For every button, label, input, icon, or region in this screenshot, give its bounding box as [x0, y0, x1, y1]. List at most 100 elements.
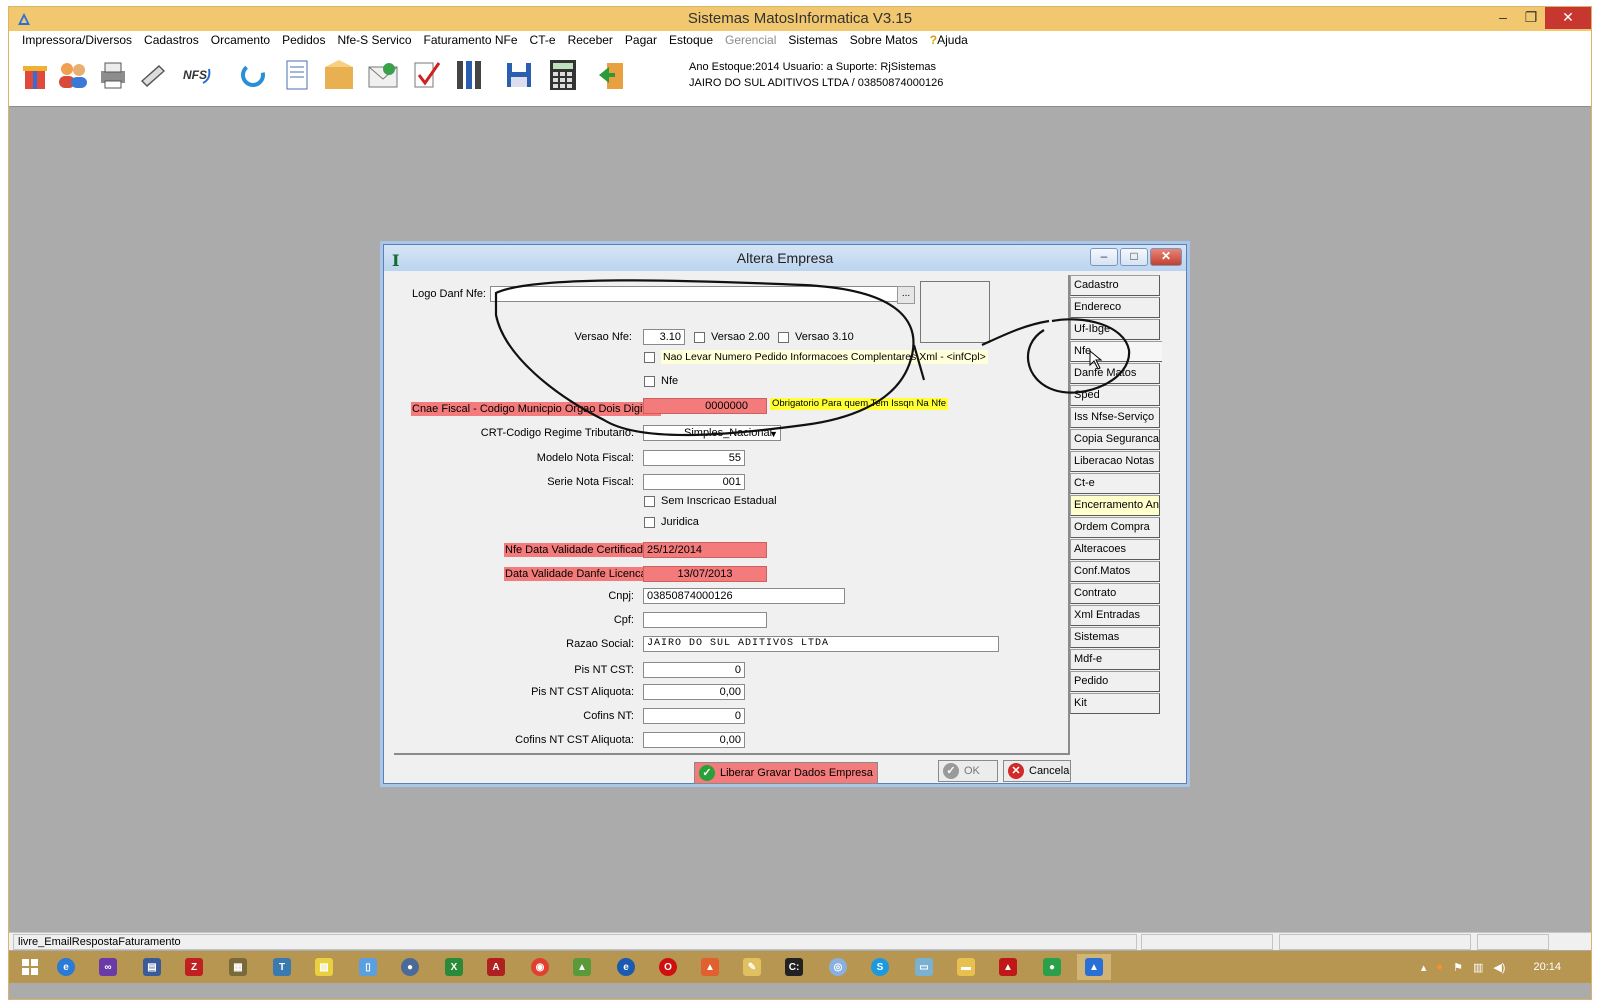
tab-contrato[interactable]: Contrato [1070, 583, 1160, 604]
tab-danfe-matos[interactable]: Danfe Matos [1070, 363, 1160, 384]
minimize-button[interactable]: – [1489, 7, 1517, 29]
versao-200-box[interactable] [694, 331, 705, 343]
tab-cadastro[interactable]: Cadastro [1070, 275, 1160, 296]
tray-avast-icon[interactable]: ● [1436, 961, 1443, 973]
dialog-close-button[interactable]: ✕ [1150, 248, 1182, 266]
dialog-maximize-button[interactable]: □ [1120, 248, 1148, 266]
cofins-input[interactable]: 0 [643, 708, 745, 724]
scanner-icon[interactable] [135, 57, 171, 93]
taskbar-filezilla[interactable]: Z [177, 954, 211, 980]
nfs-icon[interactable]: NFS [181, 57, 217, 93]
juridica-checkbox[interactable]: Juridica [644, 515, 699, 529]
taskbar-app11[interactable]: ◎ [821, 954, 855, 980]
pis-input[interactable]: 0 [643, 662, 745, 678]
taskbar-ie2[interactable]: e [609, 954, 643, 980]
nfe-box[interactable] [644, 375, 655, 387]
taskbar-ie[interactable]: e [49, 954, 83, 980]
taskbar-app4[interactable]: ▧ [307, 954, 341, 980]
tab-iss-nfse[interactable]: Iss Nfse-Serviço [1070, 407, 1160, 428]
taskbar-explorer[interactable]: ▬ [949, 954, 983, 980]
tab-liberacao-notas[interactable]: Liberacao Notas [1070, 451, 1160, 472]
printer-icon[interactable] [95, 57, 131, 93]
tab-encerramento-ano[interactable]: Encerramento Ano [1070, 495, 1160, 516]
taskbar-app1[interactable]: ▤ [135, 954, 169, 980]
taskbar-app8[interactable]: ▲ [565, 954, 599, 980]
menu-ajuda[interactable]: ?Ajuda [924, 31, 974, 49]
gift-icon[interactable] [17, 57, 53, 93]
tab-sped[interactable]: Sped [1070, 385, 1160, 406]
taskbar-opera[interactable]: O [651, 954, 685, 980]
save-icon[interactable] [501, 57, 537, 93]
tab-pedido[interactable]: Pedido [1070, 671, 1160, 692]
menu-receber[interactable]: Receber [562, 31, 619, 49]
taskbar-matos[interactable]: ▲ [1077, 954, 1111, 980]
taskbar-pdf[interactable]: ▲ [991, 954, 1025, 980]
tab-sistemas[interactable]: Sistemas [1070, 627, 1160, 648]
versao-200-checkbox[interactable]: Versao 2.00 [694, 330, 770, 344]
nao-levar-box[interactable] [644, 351, 655, 363]
menu-pedidos[interactable]: Pedidos [276, 31, 331, 49]
flag-icon[interactable]: ⚑ [1453, 961, 1463, 974]
menu-sistemas[interactable]: Sistemas [782, 31, 843, 49]
restore-button[interactable]: ❐ [1517, 7, 1545, 29]
start-button[interactable] [13, 954, 47, 980]
clock[interactable]: 20:14 [1533, 961, 1561, 973]
taskbar-access[interactable]: A [479, 954, 513, 980]
taskbar-app10[interactable]: ✎ [735, 954, 769, 980]
network-tray-icon[interactable]: ▥ [1473, 961, 1483, 974]
close-button[interactable]: ✕ [1545, 7, 1591, 29]
menu-faturamento[interactable]: Faturamento NFe [418, 31, 524, 49]
cert-input[interactable]: 25/12/2014 [643, 542, 767, 558]
cancel-button[interactable]: ✕ Cancela [1003, 760, 1071, 782]
nao-levar-checkbox[interactable]: Nao Levar Numero Pedido Informacoes Comp… [644, 350, 988, 364]
versao-nfe-input[interactable]: 3.10 [643, 329, 685, 345]
tab-mdfe[interactable]: Mdf-e [1070, 649, 1160, 670]
tab-xml-entradas[interactable]: Xml Entradas [1070, 605, 1160, 626]
taskbar-skype[interactable]: S [863, 954, 897, 980]
menu-estoque[interactable]: Estoque [663, 31, 719, 49]
pis-aliq-input[interactable]: 0,00 [643, 684, 745, 700]
modelo-input[interactable]: 55 [643, 450, 745, 466]
check-icon[interactable] [409, 57, 445, 93]
menu-orcamento[interactable]: Orcamento [205, 31, 276, 49]
versao-310-box[interactable] [778, 331, 789, 343]
ok-button[interactable]: ✓ OK [938, 760, 998, 782]
menu-cadastros[interactable]: Cadastros [138, 31, 205, 49]
juridica-box[interactable] [644, 516, 655, 528]
exit-icon[interactable] [595, 57, 631, 93]
taskbar-app3[interactable]: T [265, 954, 299, 980]
crt-select[interactable]: Simples_Nacional ▼ [643, 425, 781, 441]
nfe-checkbox[interactable]: Nfe [644, 374, 678, 388]
menu-nfe-servico[interactable]: Nfe-S Servico [331, 31, 417, 49]
taskbar-cmd[interactable]: C: [777, 954, 811, 980]
tab-endereco[interactable]: Endereco [1070, 297, 1160, 318]
mail-icon[interactable] [365, 57, 401, 93]
refresh-icon[interactable] [235, 57, 271, 93]
taskbar-app5[interactable]: ▯ [351, 954, 385, 980]
liberar-gravar-button[interactable]: ✓ Liberar Gravar Dados Empresa [694, 762, 878, 784]
tab-alteracoes[interactable]: Alteracoes [1070, 539, 1160, 560]
danfe-input[interactable]: 13/07/2013 [643, 566, 767, 582]
menu-cte[interactable]: CT-e [524, 31, 562, 49]
dialog-minimize-button[interactable]: – [1090, 248, 1118, 266]
volume-icon[interactable]: ◀) [1493, 961, 1505, 974]
taskbar-vs[interactable]: ∞ [91, 954, 125, 980]
taskbar-app9[interactable]: ▲ [693, 954, 727, 980]
cofins-aliq-input[interactable]: 0,00 [643, 732, 745, 748]
taskbar-app12[interactable]: ▭ [907, 954, 941, 980]
tab-uf-ibge[interactable]: Uf-Ibge [1070, 319, 1160, 340]
cnae-input[interactable]: 0000000 [643, 398, 767, 414]
versao-310-checkbox[interactable]: Versao 3.10 [778, 330, 854, 344]
tools-icon[interactable] [451, 57, 487, 93]
menu-gerencial[interactable]: Gerencial [719, 31, 782, 49]
tab-kit[interactable]: Kit [1070, 693, 1160, 714]
sem-inscricao-checkbox[interactable]: Sem Inscricao Estadual [644, 494, 777, 508]
serie-input[interactable]: 001 [643, 474, 745, 490]
taskbar-app6[interactable]: ● [393, 954, 427, 980]
browse-logo-button[interactable]: ... [897, 286, 915, 304]
cpf-input[interactable] [643, 612, 767, 628]
menu-sobre[interactable]: Sobre Matos [844, 31, 924, 49]
tab-cte[interactable]: Ct-e [1070, 473, 1160, 494]
cnpj-input[interactable]: 03850874000126 [643, 588, 845, 604]
taskbar-chrome[interactable]: ◉ [523, 954, 557, 980]
